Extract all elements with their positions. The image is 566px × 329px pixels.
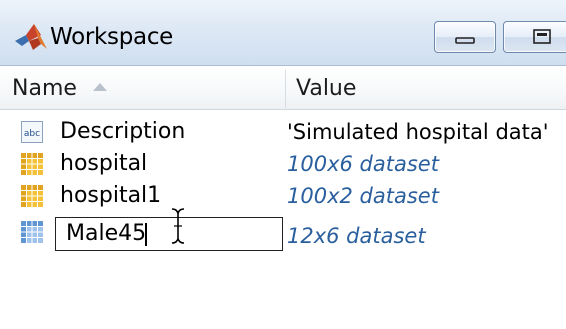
- column-divider[interactable]: [285, 70, 286, 108]
- column-header: Name Value: [0, 68, 566, 110]
- maximize-button[interactable]: [503, 21, 566, 53]
- table-row[interactable]: hospital1 100x2 dataset: [0, 182, 566, 210]
- variable-value: 100x2 dataset: [287, 184, 439, 208]
- sort-ascending-icon: [92, 83, 107, 91]
- svg-text:abc: abc: [24, 129, 40, 139]
- title-bar[interactable]: Workspace: [0, 0, 566, 66]
- maximize-icon: [533, 29, 551, 44]
- workspace-window: Workspace Name Value abc Description 'Si…: [0, 0, 566, 329]
- variable-value: 100x6 dataset: [287, 152, 439, 176]
- table-row[interactable]: abc Description 'Simulated hospital data…: [0, 118, 566, 146]
- table-grid-icon: [21, 185, 43, 207]
- ibeam-cursor-icon: [171, 208, 185, 244]
- value-column-label: Value: [296, 76, 357, 101]
- window-title: Workspace: [50, 24, 174, 50]
- matlab-logo-icon: [15, 24, 47, 50]
- minimize-button[interactable]: [434, 21, 496, 53]
- variable-name: hospital: [60, 151, 148, 176]
- minimize-icon: [455, 37, 475, 44]
- variable-value: 'Simulated hospital data': [287, 120, 549, 144]
- variable-name: Description: [60, 119, 186, 144]
- table-grid-icon: [21, 221, 43, 243]
- abc-char-icon: abc: [21, 121, 43, 143]
- text-caret: [145, 223, 147, 246]
- table-grid-icon: [21, 153, 43, 175]
- variable-name: hospital1: [60, 183, 162, 208]
- name-column-header[interactable]: Name: [12, 68, 282, 110]
- name-column-label: Name: [12, 76, 77, 101]
- variable-value: 12x6 dataset: [287, 224, 426, 248]
- table-row[interactable]: hospital 100x6 dataset: [0, 150, 566, 178]
- value-column-header[interactable]: Value: [296, 68, 566, 110]
